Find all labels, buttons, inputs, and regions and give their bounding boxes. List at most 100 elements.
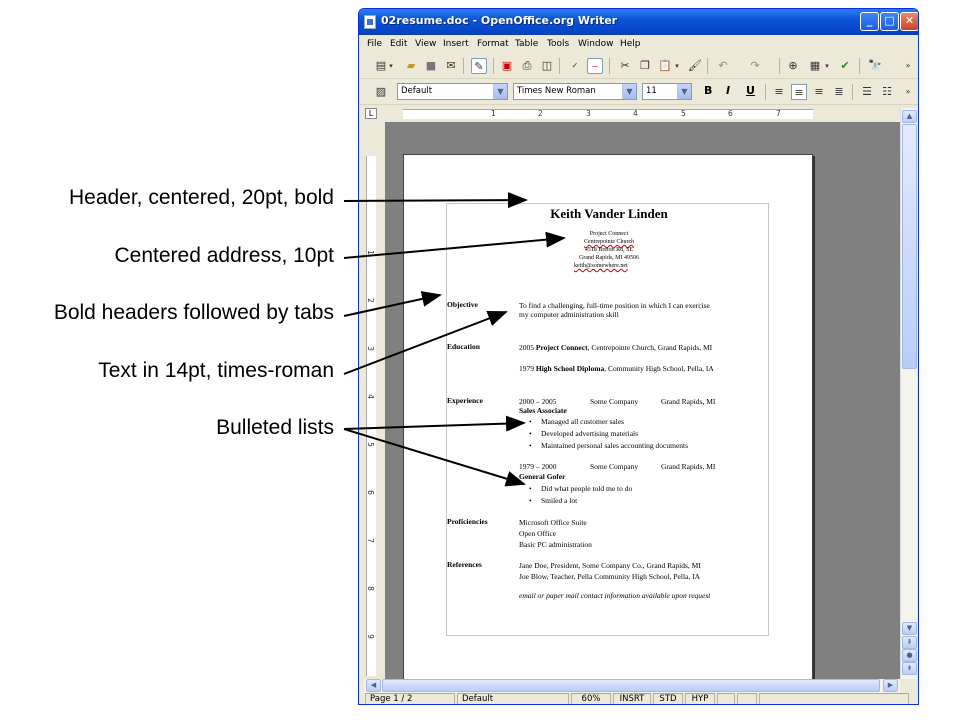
- hyperlink-icon[interactable]: ⊕: [785, 58, 801, 74]
- close-button[interactable]: ✕: [900, 12, 918, 31]
- underline-icon[interactable]: U: [746, 84, 755, 97]
- horizontal-ruler[interactable]: 1 2 3 4 5 6 7: [403, 109, 813, 119]
- menu-insert[interactable]: Insert: [443, 39, 469, 49]
- chevron-down-icon[interactable]: ▼: [493, 84, 507, 99]
- toolbar-overflow-icon[interactable]: »: [903, 84, 913, 100]
- hyperlink-mode[interactable]: HYP: [685, 693, 715, 704]
- toolbar-separator: [609, 58, 610, 74]
- horizontal-scrollbar[interactable]: ◀ ▶: [364, 679, 900, 693]
- format-paintbrush-icon[interactable]: 🖌: [687, 58, 703, 74]
- paste-icon[interactable]: 📋: [657, 58, 673, 74]
- numbering-icon[interactable]: ☰: [859, 84, 875, 100]
- job-bullet: Did what people told me to do: [529, 484, 632, 493]
- menu-format[interactable]: Format: [477, 39, 509, 49]
- toolbar-separator: [707, 58, 708, 74]
- toolbar-separator: [463, 58, 464, 74]
- job-bullet: Developed advertising materials: [529, 429, 638, 438]
- font-name-select[interactable]: Times New Roman ▼: [513, 83, 637, 100]
- job-title: General Gofer: [519, 472, 566, 481]
- cut-icon[interactable]: ✂: [617, 58, 633, 74]
- page-style[interactable]: Default: [457, 693, 569, 704]
- scroll-thumb[interactable]: [382, 679, 880, 692]
- ruler-number: 4: [365, 394, 375, 399]
- open-folder-icon[interactable]: ▰: [403, 58, 419, 74]
- document-canvas[interactable]: Keith Vander Linden Project Connect Cent…: [385, 122, 900, 679]
- dropdown-arrow-icon[interactable]: ▾: [673, 58, 681, 74]
- address-line: Centrepointe Church: [584, 239, 635, 245]
- export-pdf-icon[interactable]: ▣: [499, 58, 515, 74]
- scroll-thumb[interactable]: [902, 124, 917, 369]
- show-draw-functions-icon[interactable]: ✔: [837, 58, 853, 74]
- toolbar-separator: [559, 58, 560, 74]
- font-size-select[interactable]: 11 ▼: [642, 83, 692, 100]
- writer-document-icon: [364, 15, 376, 29]
- redo-icon[interactable]: ↷: [747, 58, 763, 74]
- scroll-down-icon[interactable]: ▼: [902, 622, 917, 635]
- edit-file-icon[interactable]: ✎: [471, 58, 487, 74]
- find-replace-icon[interactable]: 🔭: [867, 58, 883, 74]
- dropdown-arrow-icon[interactable]: ▾: [823, 58, 831, 74]
- page-indicator[interactable]: Page 1 / 2: [365, 693, 455, 704]
- annotation-bold-headers: Bold headers followed by tabs: [53, 301, 334, 324]
- styles-formatting-icon[interactable]: ▨: [373, 84, 389, 100]
- title-bar[interactable]: 02resume.doc - OpenOffice.org Writer _ □…: [359, 9, 918, 35]
- save-icon[interactable]: ■: [423, 58, 439, 74]
- menu-table[interactable]: Table: [515, 39, 538, 49]
- bullets-icon[interactable]: ☷: [879, 84, 895, 100]
- toolbar-separator: [493, 58, 494, 74]
- menu-file[interactable]: File: [367, 39, 382, 49]
- ruler-number: 6: [365, 490, 375, 495]
- ruler-number: 6: [728, 109, 733, 118]
- proficiencies-heading: Proficiencies: [447, 517, 488, 526]
- chevron-down-icon[interactable]: ▼: [622, 84, 636, 99]
- paragraph-style-select[interactable]: Default ▼: [397, 83, 508, 100]
- window-title: 02resume.doc - OpenOffice.org Writer: [381, 14, 618, 27]
- chevron-down-icon[interactable]: ▼: [677, 84, 691, 99]
- scroll-up-icon[interactable]: ▲: [902, 110, 917, 123]
- vertical-ruler[interactable]: 1 2 3 4 5 6 7 8 9: [364, 122, 378, 679]
- zoom-level[interactable]: 60%: [571, 693, 611, 704]
- next-page-icon[interactable]: ⇟: [902, 662, 917, 675]
- dropdown-arrow-icon[interactable]: ▾: [387, 58, 395, 74]
- bold-icon[interactable]: B: [704, 84, 712, 97]
- scroll-right-icon[interactable]: ▶: [883, 679, 898, 692]
- italic-icon[interactable]: I: [726, 84, 730, 97]
- tab-stop-selector[interactable]: L: [365, 108, 377, 119]
- menu-window[interactable]: Window: [578, 39, 614, 49]
- table-icon[interactable]: ▦: [807, 58, 823, 74]
- undo-icon[interactable]: ↶: [715, 58, 731, 74]
- maximize-button[interactable]: □: [880, 12, 899, 31]
- align-center-icon[interactable]: ≡: [791, 84, 807, 100]
- menu-edit[interactable]: Edit: [390, 39, 407, 49]
- education-entry: 1979 High School Diploma, Community High…: [519, 364, 714, 373]
- navigation-icon[interactable]: ●: [902, 649, 917, 662]
- address-line: Project Connect: [589, 231, 629, 237]
- job-company: Some Company: [590, 462, 639, 471]
- proficiency-item: Open Office: [519, 529, 557, 538]
- minimize-button[interactable]: _: [860, 12, 879, 31]
- autospellcheck-icon[interactable]: ~: [587, 58, 603, 74]
- align-left-icon[interactable]: ≡: [771, 84, 787, 100]
- objective-heading: Objective: [447, 300, 478, 309]
- annotation-text-font: Text in 14pt, times-roman: [98, 359, 334, 382]
- annotation-header: Header, centered, 20pt, bold: [68, 186, 334, 209]
- menu-view[interactable]: View: [415, 39, 436, 49]
- formatting-toolbar: ▨ Default ▼ Times New Roman ▼ 11 ▼ B I U…: [359, 79, 918, 105]
- ruler-number: 2: [538, 109, 543, 118]
- selection-mode[interactable]: STD: [653, 693, 683, 704]
- document-page[interactable]: Keith Vander Linden Project Connect Cent…: [403, 154, 813, 679]
- justify-icon[interactable]: ≣: [831, 84, 847, 100]
- align-right-icon[interactable]: ≡: [811, 84, 827, 100]
- toolbar-overflow-icon[interactable]: »: [903, 58, 913, 74]
- insert-mode[interactable]: INSRT: [613, 693, 651, 704]
- menu-tools[interactable]: Tools: [547, 39, 569, 49]
- page-preview-icon[interactable]: ◫: [539, 58, 555, 74]
- menu-help[interactable]: Help: [620, 39, 641, 49]
- copy-icon[interactable]: ❐: [637, 58, 653, 74]
- previous-page-icon[interactable]: ⇞: [902, 636, 917, 649]
- spellcheck-icon[interactable]: ✓: [567, 58, 583, 74]
- scroll-left-icon[interactable]: ◀: [366, 679, 381, 692]
- email-icon[interactable]: ✉: [443, 58, 459, 74]
- vertical-scrollbar[interactable]: ▲ ▼ ⇞ ● ⇟: [900, 108, 917, 679]
- print-icon[interactable]: ⎙: [519, 58, 535, 74]
